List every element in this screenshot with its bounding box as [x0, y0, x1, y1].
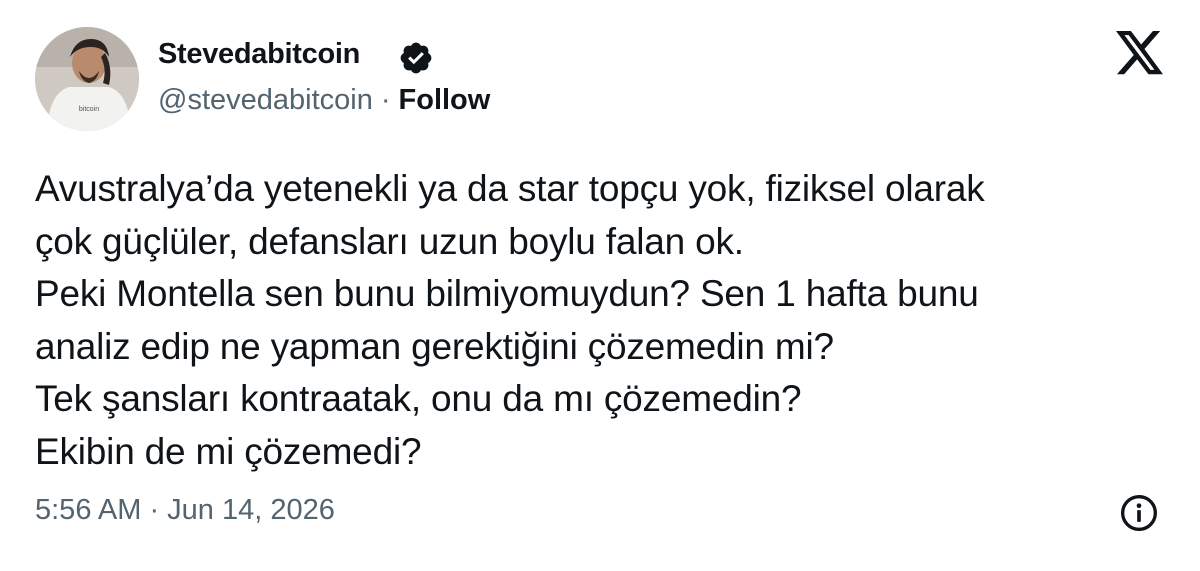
author-display-name[interactable]: Stevedabitcoin [158, 38, 360, 71]
tweet-line: çok güçlüler, defansları uzun boylu fala… [35, 220, 744, 262]
info-icon[interactable] [1119, 493, 1159, 533]
author-handle[interactable]: @stevedabitcoin [158, 84, 373, 116]
handle-row: @stevedabitcoin · Follow [158, 84, 490, 117]
avatar[interactable]: bitcoin [35, 27, 139, 131]
tweet-timestamp[interactable]: 5:56 AM · Jun 14, 2026 [35, 494, 335, 527]
tweet-card: bitcoin Stevedabitcoin @stevedabitcoin · F… [0, 0, 1200, 571]
x-logo-icon[interactable] [1116, 31, 1163, 76]
tweet-line: Peki Montella sen bunu bilmiyomuydun? Se… [35, 273, 979, 314]
avatar-shirt-text: bitcoin [79, 106, 99, 113]
avatar-image: bitcoin [35, 27, 139, 131]
tweet-line: Ekibin de mi çözemedi? [35, 430, 422, 472]
tweet-line: analiz edip ne yapman gerektiğini çözeme… [35, 325, 834, 367]
tweet-line: Avustralya’da yetenekli ya da star topçu… [35, 168, 985, 209]
follow-link[interactable]: Follow [399, 84, 491, 116]
tweet-text: Avustralya’da yetenekli ya da star topçu… [35, 163, 1175, 478]
handle-separator: · [380, 84, 391, 116]
tweet-line: Tek şansları kontraatak, onu da mı çözem… [35, 378, 802, 419]
verified-badge-icon [400, 42, 432, 74]
